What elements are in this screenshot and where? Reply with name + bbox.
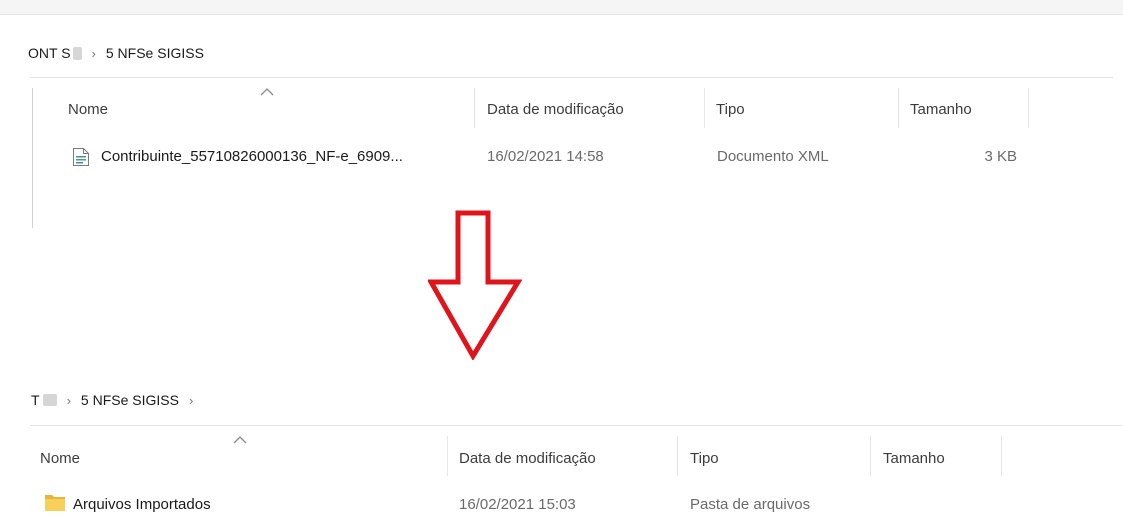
divider	[30, 77, 1113, 78]
redacted-text	[72, 46, 82, 60]
sort-ascending-icon	[233, 436, 247, 444]
breadcrumb-separator[interactable]: ›	[67, 393, 71, 408]
folder-modified-date: 16/02/2021 15:03	[459, 496, 576, 513]
redacted-text	[42, 394, 57, 406]
xml-file-icon	[72, 147, 90, 167]
breadcrumb-root[interactable]: ONT S	[28, 45, 71, 61]
column-divider[interactable]	[474, 88, 475, 128]
breadcrumb-folder[interactable]: 5 NFSe SIGISS	[106, 45, 204, 61]
breadcrumb: T › 5 NFSe SIGISS ›	[31, 392, 203, 408]
column-divider[interactable]	[677, 436, 678, 476]
breadcrumb-root[interactable]: T	[31, 392, 40, 408]
column-header-name[interactable]: Nome	[68, 101, 108, 118]
sort-ascending-icon	[260, 88, 274, 96]
column-divider[interactable]	[704, 88, 705, 128]
pane-edge	[32, 88, 33, 228]
top-strip	[0, 0, 1123, 14]
column-divider[interactable]	[1028, 88, 1029, 128]
column-divider[interactable]	[898, 88, 899, 128]
folder-icon	[44, 492, 66, 512]
column-header-size[interactable]: Tamanho	[910, 101, 972, 118]
column-header-modified[interactable]: Data de modificação	[459, 450, 596, 467]
file-name[interactable]: Contribuinte_55710826000136_NF-e_6909...	[101, 148, 403, 165]
file-type: Documento XML	[717, 148, 829, 165]
breadcrumb-separator[interactable]: ›	[92, 46, 96, 61]
breadcrumb-separator[interactable]: ›	[189, 393, 193, 408]
down-arrow-icon	[426, 210, 523, 361]
column-header-name[interactable]: Nome	[40, 450, 80, 467]
column-divider[interactable]	[1001, 436, 1002, 476]
folder-type: Pasta de arquivos	[690, 496, 811, 513]
divider	[0, 14, 1123, 15]
file-modified-date: 16/02/2021 14:58	[487, 148, 604, 165]
divider	[30, 425, 1123, 426]
breadcrumb-folder[interactable]: 5 NFSe SIGISS	[81, 392, 179, 408]
column-header-type[interactable]: Tipo	[690, 450, 719, 467]
column-divider[interactable]	[870, 436, 871, 476]
folder-name[interactable]: Arquivos Importados	[73, 496, 211, 513]
column-header-size[interactable]: Tamanho	[883, 450, 945, 467]
column-divider[interactable]	[447, 436, 448, 476]
column-header-modified[interactable]: Data de modificação	[487, 101, 624, 118]
column-header-type[interactable]: Tipo	[716, 101, 745, 118]
file-size: 3 KB	[984, 148, 1017, 165]
breadcrumb: ONT S › 5 NFSe SIGISS	[28, 45, 204, 61]
